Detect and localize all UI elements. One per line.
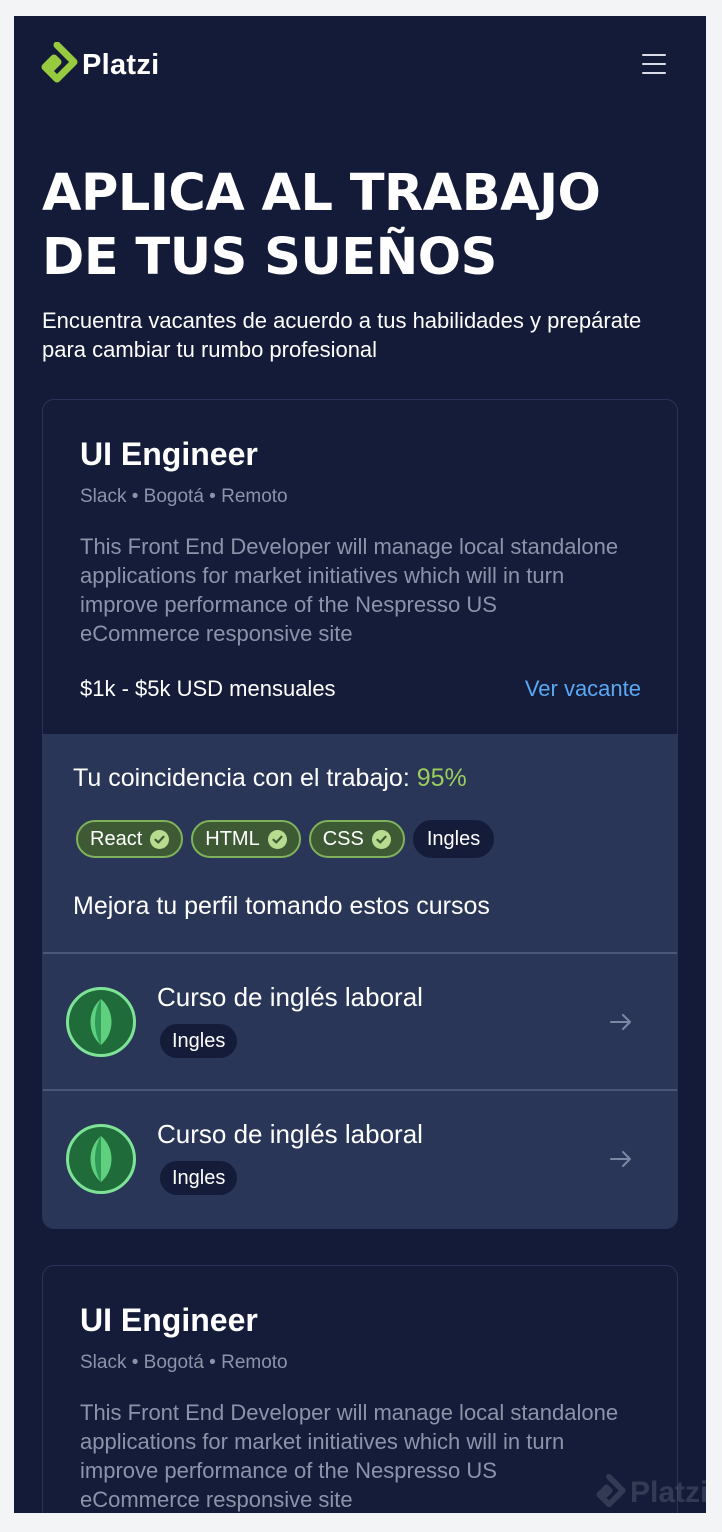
match-percentage: 95% xyxy=(416,764,467,792)
logo-text: Platzi xyxy=(82,48,160,81)
job-title: UI Engineer xyxy=(80,436,258,472)
leaf-icon xyxy=(66,987,136,1057)
arrow-right-icon[interactable] xyxy=(609,1147,633,1171)
skill-chip-ingles: Ingles xyxy=(412,820,495,858)
platzi-logo-icon xyxy=(41,42,78,83)
course-tag: Ingles xyxy=(160,1024,238,1058)
skill-list: React HTML CSS Ingles xyxy=(76,820,495,858)
course-title: Curso de inglés laboral xyxy=(157,982,423,1012)
job-card: UI Engineer Slack • Bogotá • Remoto This… xyxy=(42,399,678,1229)
check-icon xyxy=(371,829,391,849)
skill-chip-html: HTML xyxy=(191,820,301,858)
platzi-watermark: Platzi xyxy=(592,1474,706,1512)
header: Platzi xyxy=(14,16,706,116)
job-description: This Front End Developer will manage loc… xyxy=(80,1400,619,1512)
match-panel: Tu coincidencia con el trabajo: 95% Reac… xyxy=(43,734,677,1228)
hero-subtitle: Encuentra vacantes de acuerdo a tus habi… xyxy=(42,308,642,362)
job-card: UI Engineer Slack • Bogotá • Remoto This… xyxy=(42,1265,678,1513)
hero-title: APLICA AL TRABAJO DE TUS SUEÑOS xyxy=(42,164,601,287)
job-description: This Front End Developer will manage loc… xyxy=(80,534,619,646)
check-icon xyxy=(150,829,170,849)
see-vacancy-link[interactable]: Ver vacante xyxy=(525,676,641,702)
job-meta: Slack • Bogotá • Remoto xyxy=(80,1352,288,1373)
leaf-icon xyxy=(66,1124,136,1194)
skill-chip-react: React xyxy=(76,820,184,858)
improve-profile-label: Mejora tu perfil tomando estos cursos xyxy=(73,892,490,920)
app-frame: Platzi APLICA AL TRABAJO DE TUS SUEÑOS E… xyxy=(14,16,706,1513)
platzi-logo[interactable]: Platzi xyxy=(36,42,160,88)
job-salary: $1k - $5k USD mensuales xyxy=(80,676,336,701)
course-item[interactable]: Curso de inglés laboral Ingles xyxy=(43,952,677,1089)
job-title: UI Engineer xyxy=(80,1302,258,1338)
course-title: Curso de inglés laboral xyxy=(157,1119,423,1149)
check-icon xyxy=(267,829,287,849)
arrow-right-icon[interactable] xyxy=(609,1010,633,1034)
platzi-watermark-icon xyxy=(596,1474,626,1508)
match-title: Tu coincidencia con el trabajo: 95% xyxy=(73,764,467,792)
hamburger-menu-icon[interactable] xyxy=(642,52,668,76)
course-tag: Ingles xyxy=(160,1161,238,1195)
course-item[interactable]: Curso de inglés laboral Ingles xyxy=(43,1089,677,1226)
job-meta: Slack • Bogotá • Remoto xyxy=(80,486,288,507)
skill-chip-css: CSS xyxy=(308,820,405,858)
